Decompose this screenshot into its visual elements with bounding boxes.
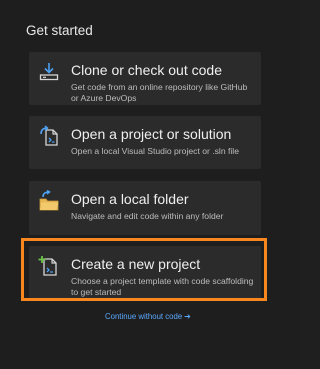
clone-download-icon (38, 61, 60, 83)
card-title: Clone or check out code (71, 62, 222, 78)
open-local-folder-button[interactable]: Open a local folder Navigate and edit co… (29, 181, 261, 235)
card-title: Open a local folder (71, 191, 189, 207)
clone-or-check-out-code-button[interactable]: Clone or check out code Get code from an… (29, 52, 261, 105)
card-title: Open a project or solution (71, 126, 232, 142)
card-title: Create a new project (71, 256, 201, 272)
new-project-icon (38, 255, 60, 277)
card-description: Choose a project template with code scaf… (71, 276, 254, 297)
get-started-panel: Get started Clone or check out code Get … (0, 0, 300, 369)
open-project-or-solution-button[interactable]: Open a project or solution Open a local … (29, 116, 261, 169)
get-started-heading: Get started (26, 23, 93, 38)
arrow-right-icon: ➔ (184, 312, 191, 321)
open-folder-icon (38, 189, 60, 212)
continue-without-code-link[interactable]: Continue without code ➔ (105, 312, 191, 321)
card-description: Navigate and edit code within any folder (71, 211, 224, 221)
open-project-icon (38, 125, 60, 147)
card-description: Get code from an online repository like … (71, 82, 248, 103)
continue-without-code-label: Continue without code (105, 312, 183, 321)
create-new-project-button[interactable]: Create a new project Choose a project te… (29, 246, 261, 299)
card-description: Open a local Visual Studio project or .s… (71, 146, 239, 156)
